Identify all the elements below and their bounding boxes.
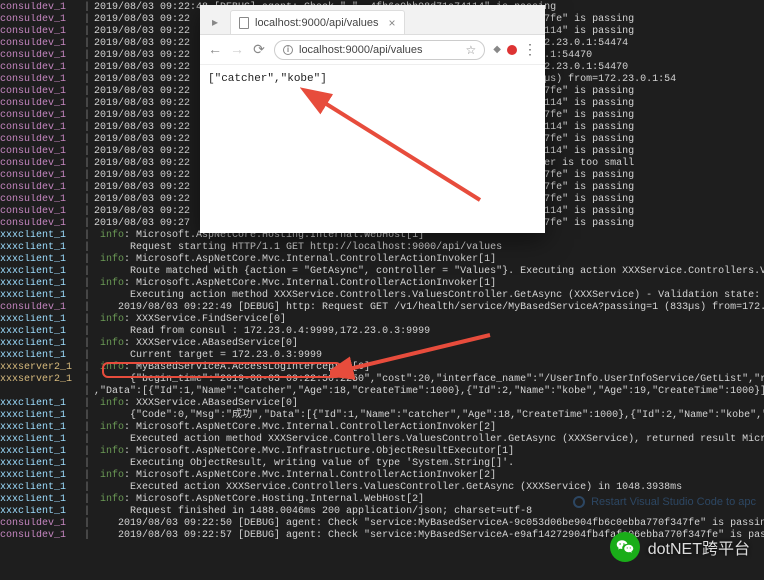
bookmark-icon[interactable]: ☆ bbox=[466, 43, 477, 57]
wechat-icon bbox=[610, 532, 640, 562]
page-icon bbox=[239, 17, 249, 29]
browser-toolbar: ← → ⟳ i localhost:9000/api/values ☆ ◆ ⋮ bbox=[200, 35, 545, 65]
close-tab-icon[interactable]: × bbox=[389, 16, 396, 30]
browser-window: ▸ localhost:9000/api/values × ← → ⟳ i lo… bbox=[200, 5, 545, 233]
log-line: xxxclient_1| info: XXXService.FindServic… bbox=[0, 314, 764, 326]
browser-tab-bar: ▸ localhost:9000/api/values × bbox=[200, 5, 545, 35]
reload-button[interactable]: ⟳ bbox=[252, 41, 266, 58]
log-line: |,"Data":[{"Id":1,"Name":"catcher","Age"… bbox=[0, 386, 764, 398]
restart-icon bbox=[573, 496, 585, 508]
log-line: xxxclient_1| Executed action XXXService.… bbox=[0, 482, 764, 494]
site-info-icon[interactable]: i bbox=[283, 45, 293, 55]
log-line: xxxclient_1| Executed action method XXXS… bbox=[0, 434, 764, 446]
log-line: xxxclient_1| info: Microsoft.AspNetCore.… bbox=[0, 422, 764, 434]
watermark: dotNET跨平台 bbox=[610, 532, 750, 562]
log-line: xxxclient_1| info: XXXService.ABasedServ… bbox=[0, 338, 764, 350]
restart-label: Restart Visual Studio Code to apc bbox=[591, 496, 756, 508]
tab-title: localhost:9000/api/values bbox=[255, 17, 379, 29]
address-bar[interactable]: i localhost:9000/api/values ☆ bbox=[274, 40, 485, 60]
log-line: xxxclient_1| info: Microsoft.AspNetCore.… bbox=[0, 446, 764, 458]
forward-button[interactable]: → bbox=[230, 41, 244, 58]
log-line: xxxclient_1| Executing action method XXX… bbox=[0, 290, 764, 302]
browser-tab[interactable]: localhost:9000/api/values × bbox=[230, 10, 405, 34]
log-line: xxxclient_1| info: Microsoft.AspNetCore.… bbox=[0, 470, 764, 482]
log-line: xxxclient_1| info: Microsoft.AspNetCore.… bbox=[0, 278, 764, 290]
log-line: xxxclient_1| Read from consul : 172.23.0… bbox=[0, 326, 764, 338]
log-line: xxxclient_1| Executing ObjectResult, wri… bbox=[0, 458, 764, 470]
browser-body[interactable]: ["catcher","kobe"] bbox=[200, 65, 545, 233]
log-line: xxxclient_1| info: Microsoft.AspNetCore.… bbox=[0, 254, 764, 266]
adblock-icon[interactable] bbox=[507, 45, 517, 55]
back-button[interactable]: ← bbox=[208, 41, 222, 58]
log-line: consuldev_1| 2019/08/03 09:22:50 [DEBUG]… bbox=[0, 518, 764, 530]
vscode-restart-hint[interactable]: Restart Visual Studio Code to apc bbox=[573, 496, 756, 508]
log-line: consuldev_1| 2019/08/03 09:22:49 [DEBUG]… bbox=[0, 302, 764, 314]
log-line: xxxclient_1| Request starting HTTP/1.1 G… bbox=[0, 242, 764, 254]
log-line: xxxclient_1| Current target = 172.23.0.3… bbox=[0, 350, 764, 362]
log-line: xxxclient_1| info: XXXService.ABasedServ… bbox=[0, 398, 764, 410]
log-line: xxxclient_1| {"Code":0,"Msg":"成功","Data"… bbox=[0, 410, 764, 422]
watermark-text: dotNET跨平台 bbox=[648, 535, 750, 559]
extension-icon[interactable]: ◆ bbox=[493, 44, 501, 55]
log-line: xxxclient_1| Route matched with {action … bbox=[0, 266, 764, 278]
url-text: localhost:9000/api/values bbox=[299, 44, 423, 56]
browser-menu-icon[interactable]: ⋮ bbox=[523, 41, 537, 58]
new-tab-button[interactable]: ▸ bbox=[200, 10, 230, 34]
highlight-annotation bbox=[102, 362, 342, 378]
